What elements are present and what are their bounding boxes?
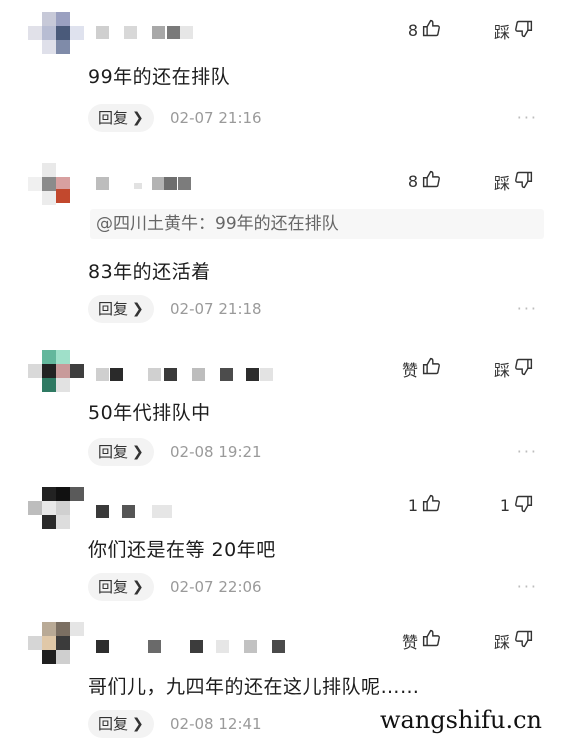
avatar[interactable] bbox=[28, 487, 84, 531]
more-dots-icon[interactable]: ··· bbox=[517, 104, 538, 132]
reply-label: 回复 bbox=[98, 443, 129, 461]
thumbs-down-icon bbox=[513, 169, 534, 194]
more-dots-icon[interactable]: ··· bbox=[517, 573, 538, 601]
comment-text: 50年代排队中 bbox=[88, 402, 211, 424]
reply-button[interactable]: 回复 ❯ bbox=[88, 710, 154, 738]
like-button[interactable]: 8 bbox=[408, 18, 442, 43]
thumbs-down-icon bbox=[513, 628, 534, 653]
dislike-label: 踩 bbox=[493, 22, 510, 42]
watermark: wangshifu.cn bbox=[374, 704, 548, 736]
reply-label: 回复 bbox=[98, 578, 129, 596]
thumbs-down-icon bbox=[513, 493, 534, 518]
reply-label: 回复 bbox=[98, 109, 129, 127]
dislike-button[interactable]: 踩 bbox=[494, 18, 534, 43]
more-dots-icon[interactable]: ··· bbox=[517, 438, 538, 466]
like-count: 1 bbox=[407, 496, 418, 515]
like-button[interactable]: 赞 bbox=[402, 628, 442, 653]
dislike-button[interactable]: 踩 bbox=[494, 628, 534, 653]
chevron-right-icon: ❯ bbox=[132, 579, 144, 595]
comment-text: 99年的还在排队 bbox=[88, 66, 231, 88]
reply-button[interactable]: 回复 ❯ bbox=[88, 295, 154, 323]
reply-label: 回复 bbox=[98, 715, 129, 733]
like-count: 8 bbox=[407, 172, 418, 191]
timestamp: 02-07 22:06 bbox=[170, 578, 262, 596]
dislike-count: 1 bbox=[499, 496, 510, 515]
reply-label: 回复 bbox=[98, 300, 129, 318]
comment-text: 哥们儿，九四年的还在这儿排队呢…… bbox=[88, 676, 420, 698]
avatar[interactable] bbox=[28, 350, 84, 394]
thumbs-up-icon bbox=[421, 628, 442, 653]
thumbs-up-icon bbox=[421, 493, 442, 518]
avatar[interactable] bbox=[28, 12, 84, 56]
chevron-right-icon: ❯ bbox=[132, 444, 144, 460]
thumbs-up-icon bbox=[421, 18, 442, 43]
comment-text: 你们还是在等 20年吧 bbox=[88, 539, 276, 561]
quoted-comment: @四川土黄牛：99年的还在排队 bbox=[90, 209, 544, 239]
like-count: 8 bbox=[407, 21, 418, 40]
thumbs-up-icon bbox=[421, 169, 442, 194]
like-button[interactable]: 赞 bbox=[402, 356, 442, 381]
comment-text: 83年的还活着 bbox=[88, 261, 211, 283]
avatar[interactable] bbox=[28, 163, 82, 207]
chevron-right-icon: ❯ bbox=[132, 301, 144, 317]
like-label: 赞 bbox=[401, 360, 418, 380]
timestamp: 02-08 19:21 bbox=[170, 443, 262, 461]
dislike-label: 踩 bbox=[493, 173, 510, 193]
reply-button[interactable]: 回复 ❯ bbox=[88, 104, 154, 132]
like-button[interactable]: 8 bbox=[408, 169, 442, 194]
chevron-right-icon: ❯ bbox=[132, 110, 144, 126]
chevron-right-icon: ❯ bbox=[132, 716, 144, 732]
timestamp: 02-07 21:16 bbox=[170, 109, 262, 127]
timestamp: 02-07 21:18 bbox=[170, 300, 262, 318]
dislike-label: 踩 bbox=[493, 632, 510, 652]
more-dots-icon[interactable]: ··· bbox=[517, 295, 538, 323]
dislike-button[interactable]: 1 bbox=[500, 493, 534, 518]
thumbs-down-icon bbox=[513, 18, 534, 43]
dislike-button[interactable]: 踩 bbox=[494, 169, 534, 194]
dislike-label: 踩 bbox=[493, 360, 510, 380]
thumbs-down-icon bbox=[513, 356, 534, 381]
timestamp: 02-08 12:41 bbox=[170, 715, 262, 733]
like-label: 赞 bbox=[401, 632, 418, 652]
like-button[interactable]: 1 bbox=[408, 493, 442, 518]
avatar[interactable] bbox=[28, 622, 84, 666]
reply-button[interactable]: 回复 ❯ bbox=[88, 573, 154, 601]
dislike-button[interactable]: 踩 bbox=[494, 356, 534, 381]
thumbs-up-icon bbox=[421, 356, 442, 381]
reply-button[interactable]: 回复 ❯ bbox=[88, 438, 154, 466]
